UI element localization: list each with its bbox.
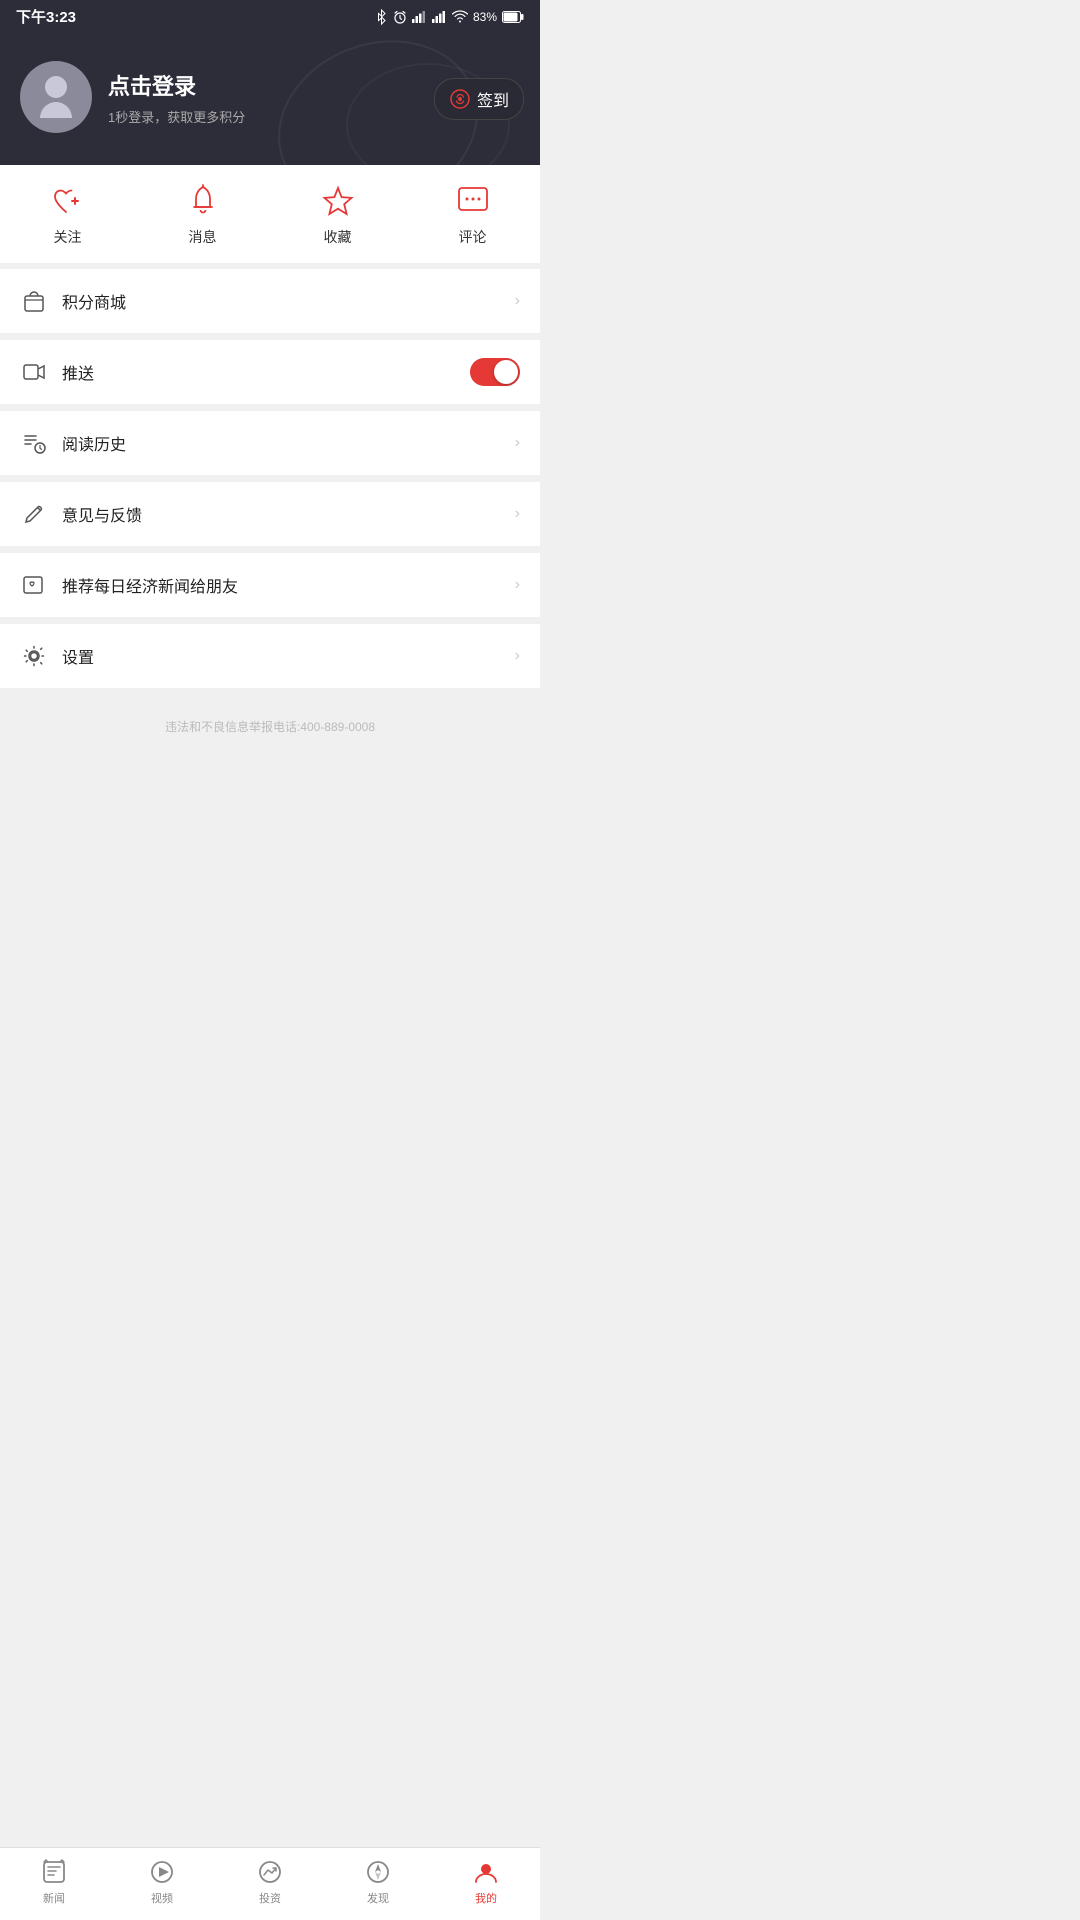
signal2-icon — [432, 11, 447, 23]
status-icons: 83% — [375, 9, 524, 25]
profile-header[interactable]: 点击登录 1秒登录，获取更多积分 签到 — [0, 33, 540, 165]
nav-video[interactable]: 视频 — [122, 1858, 202, 1906]
action-message-label: 消息 — [189, 227, 217, 247]
star-icon — [320, 183, 356, 219]
checkin-icon — [449, 88, 471, 110]
action-follow-label: 关注 — [54, 227, 82, 247]
status-bar: 下午3:23 — [0, 0, 540, 33]
action-message[interactable]: 消息 — [163, 183, 243, 247]
trend-icon — [256, 1858, 284, 1886]
toggle-knob — [494, 360, 518, 384]
checkin-label: 签到 — [477, 87, 509, 111]
nav-mine-label: 我的 — [475, 1890, 497, 1906]
menu-text-feedback: 意见与反馈 — [62, 502, 515, 526]
menu-text-settings: 设置 — [62, 644, 515, 668]
push-icon — [20, 358, 48, 386]
menu-section: 积分商城 › 推送 — [0, 269, 540, 688]
heart-share-icon — [20, 571, 48, 599]
push-toggle[interactable] — [470, 358, 520, 386]
battery-percent: 83% — [473, 10, 497, 24]
menu-item-points-store[interactable]: 积分商城 › — [0, 269, 540, 334]
action-comment-label: 评论 — [459, 227, 487, 247]
menu-text-push: 推送 — [62, 360, 470, 384]
alarm-icon — [393, 10, 407, 24]
wifi-icon — [452, 11, 468, 23]
nav-video-label: 视频 — [151, 1890, 173, 1906]
arrow-icon-recommend: › — [515, 576, 520, 594]
gear-icon — [20, 642, 48, 670]
signal1-icon — [412, 11, 427, 23]
edit-icon — [20, 500, 48, 528]
play-icon — [148, 1858, 176, 1886]
person-icon — [472, 1858, 500, 1886]
arrow-icon-points-store: › — [515, 292, 520, 310]
menu-item-settings[interactable]: 设置 › — [0, 624, 540, 688]
footer-notice: 违法和不良信息举报电话:400-889-0008 — [0, 688, 540, 751]
bluetooth-icon — [375, 9, 388, 25]
arrow-icon-feedback: › — [515, 505, 520, 523]
checkin-button[interactable]: 签到 — [434, 78, 524, 120]
action-favorite[interactable]: 收藏 — [298, 183, 378, 247]
menu-item-recommend[interactable]: 推荐每日经济新闻给朋友 › — [0, 553, 540, 618]
nav-discover-label: 发现 — [367, 1890, 389, 1906]
action-favorite-label: 收藏 — [324, 227, 352, 247]
menu-text-read-history: 阅读历史 — [62, 431, 515, 455]
battery-icon — [502, 11, 524, 23]
nav-invest-label: 投资 — [259, 1890, 281, 1906]
heart-plus-icon — [50, 183, 86, 219]
arrow-icon-read-history: › — [515, 434, 520, 452]
bell-icon — [185, 183, 221, 219]
nav-invest[interactable]: 投资 — [230, 1858, 310, 1906]
menu-item-read-history[interactable]: 阅读历史 › — [0, 411, 540, 476]
comment-icon — [455, 183, 491, 219]
nav-news-label: 新闻 — [43, 1890, 65, 1906]
news-icon — [40, 1858, 68, 1886]
compass-icon — [364, 1858, 392, 1886]
status-time: 下午3:23 — [16, 6, 76, 27]
action-comment[interactable]: 评论 — [433, 183, 513, 247]
nav-discover[interactable]: 发现 — [338, 1858, 418, 1906]
bottom-nav: 新闻 视频 投资 发现 — [0, 1847, 540, 1920]
footer-notice-text: 违法和不良信息举报电话:400-889-0008 — [165, 720, 375, 734]
action-follow[interactable]: 关注 — [28, 183, 108, 247]
nav-mine[interactable]: 我的 — [446, 1858, 526, 1906]
nav-news[interactable]: 新闻 — [14, 1858, 94, 1906]
menu-text-recommend: 推荐每日经济新闻给朋友 — [62, 573, 515, 597]
menu-item-feedback[interactable]: 意见与反馈 › — [0, 482, 540, 547]
menu-item-push[interactable]: 推送 — [0, 340, 540, 405]
menu-text-points-store: 积分商城 — [62, 289, 515, 313]
avatar[interactable] — [20, 61, 92, 133]
arrow-icon-settings: › — [515, 647, 520, 665]
quick-actions: 关注 消息 收藏 — [0, 165, 540, 269]
history-icon — [20, 429, 48, 457]
bag-icon — [20, 287, 48, 315]
